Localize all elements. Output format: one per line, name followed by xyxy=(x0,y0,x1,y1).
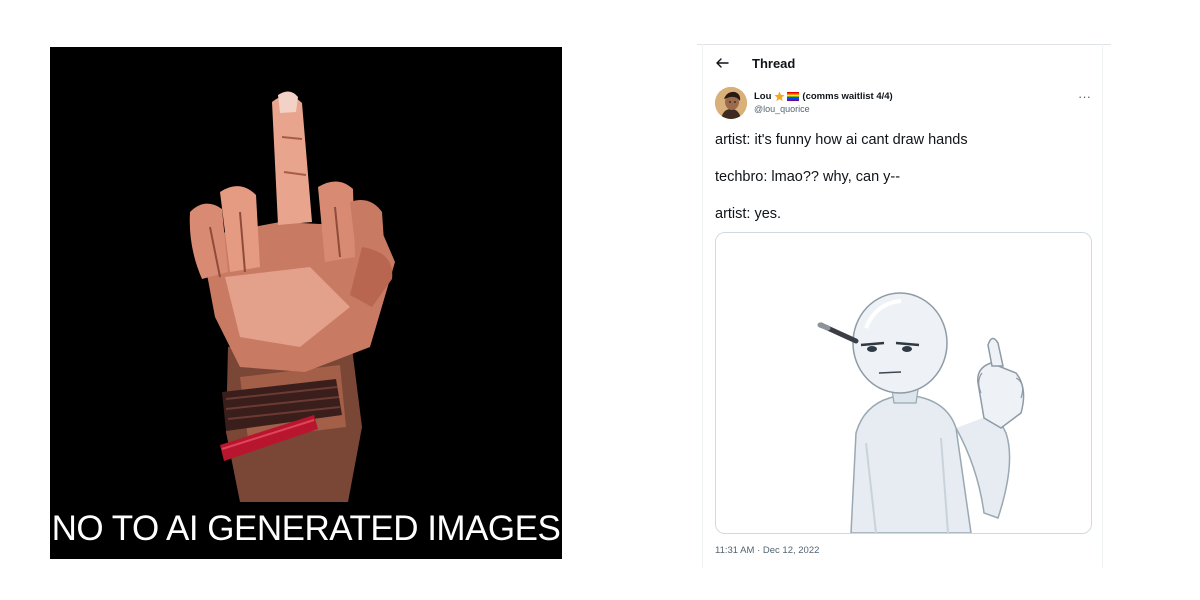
tweet-text-line: techbro: lmao?? why, can y-- xyxy=(715,169,901,185)
screenshot-page: NO TO AI GENERATED IMAGES Thread Lou (co… xyxy=(0,0,1200,600)
more-dots-icon[interactable]: ··· xyxy=(1078,89,1091,104)
avatar[interactable] xyxy=(715,87,747,119)
author-name: Lou xyxy=(754,91,772,102)
author-display-name[interactable]: Lou (comms waitlist 4/4) xyxy=(754,90,893,103)
panel-right-divider xyxy=(1102,44,1103,568)
thread-header: Thread xyxy=(715,53,795,73)
anti-ai-poster: NO TO AI GENERATED IMAGES xyxy=(50,47,562,559)
tweet-thread-panel: Thread Lou (comms waitlist 4/4) @lou_quo… xyxy=(697,44,1111,568)
thread-title: Thread xyxy=(752,55,796,71)
avatar-portrait-icon xyxy=(715,87,747,119)
star-emoji-icon xyxy=(774,91,785,102)
panel-left-divider xyxy=(702,44,703,568)
tweet-author[interactable]: Lou (comms waitlist 4/4) @lou_quorice xyxy=(754,90,893,116)
middle-finger-hand-illustration xyxy=(189,91,395,502)
rainbow-flag-emoji-icon xyxy=(787,92,800,101)
mannequin-middle-finger-drawing xyxy=(716,233,1091,533)
left-arrow-icon[interactable] xyxy=(715,56,729,70)
tweet-text-line: artist: yes. xyxy=(715,206,782,222)
poster-caption: NO TO AI GENERATED IMAGES xyxy=(51,509,561,548)
tweet-timestamp[interactable]: 11:31 AM · Dec 12, 2022 xyxy=(715,545,819,556)
tweet-media-image[interactable] xyxy=(715,232,1092,534)
author-name-suffix: (comms waitlist 4/4) xyxy=(802,91,893,102)
tweet-text-line: artist: it's funny how ai cant draw hand… xyxy=(715,132,968,148)
panel-top-divider xyxy=(697,44,1111,45)
author-handle[interactable]: @lou_quorice xyxy=(754,103,893,116)
